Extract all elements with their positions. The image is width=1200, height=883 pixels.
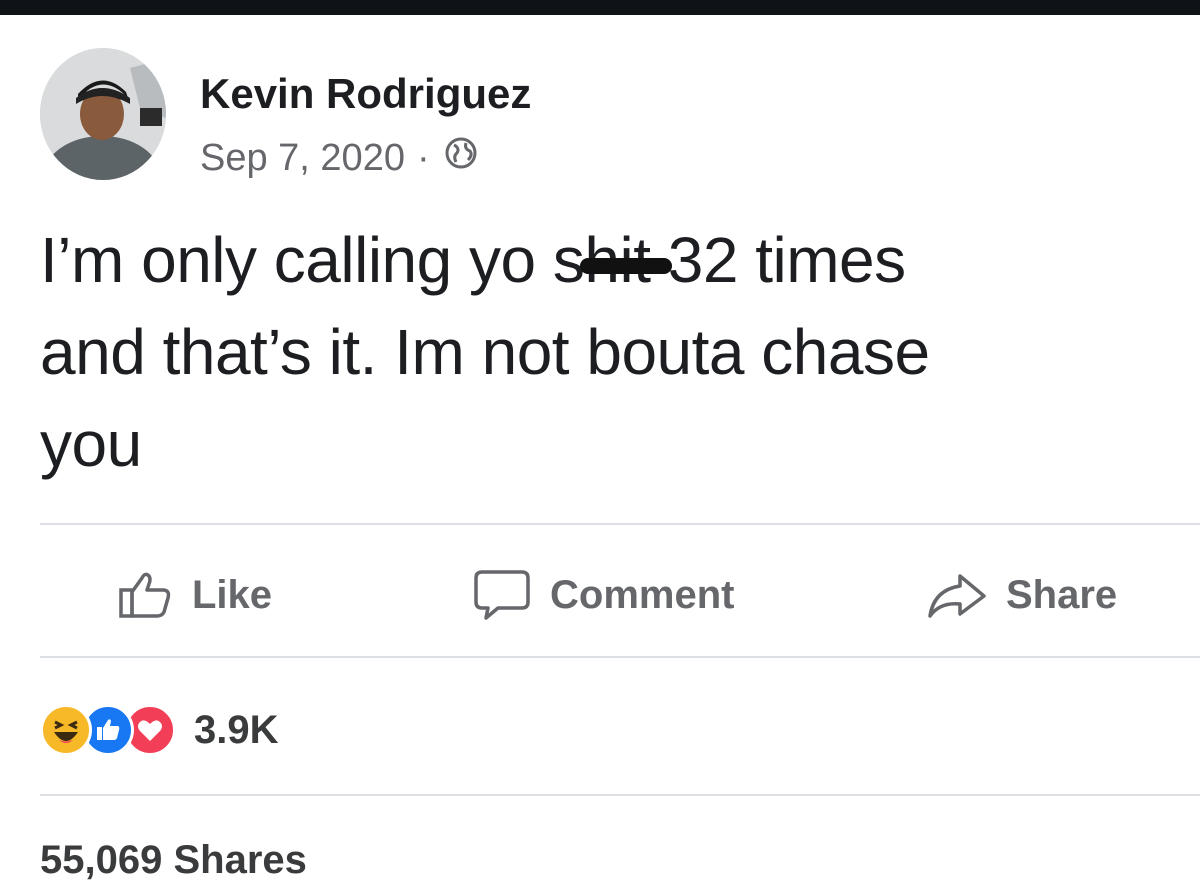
shares-count[interactable]: 55,069 Shares	[40, 838, 307, 883]
thumbs-up-icon	[119, 572, 171, 618]
comment-icon	[474, 570, 530, 620]
comment-button[interactable]: Comment	[472, 562, 734, 628]
post-text-line2: and that’s it. Im not bouta chase	[40, 316, 930, 388]
divider-top	[40, 523, 1200, 525]
reaction-count[interactable]: 3.9K	[194, 708, 279, 753]
post-date[interactable]: Sep 7, 2020	[200, 137, 405, 180]
share-button[interactable]: Share	[926, 562, 1117, 628]
reactions-summary[interactable]: 3.9K	[40, 700, 279, 760]
author-name[interactable]: Kevin Rodriguez	[200, 70, 531, 118]
share-arrow-icon	[928, 574, 986, 618]
haha-icon	[40, 704, 92, 756]
post-text-line1-start: I’m only calling yo s	[40, 224, 585, 296]
post-text-line3: you	[40, 408, 142, 480]
post-actions: Like Comment Share	[0, 562, 1200, 628]
divider-bottom	[40, 794, 1200, 796]
like-label: Like	[192, 572, 273, 617]
share-label: Share	[1006, 572, 1118, 617]
redaction-bar	[580, 258, 673, 275]
avatar[interactable]	[40, 48, 166, 180]
globe-icon[interactable]	[444, 136, 478, 180]
top-bar	[0, 0, 1200, 15]
avatar-photo	[40, 48, 166, 180]
divider-middle	[40, 656, 1200, 658]
post-text: I’m only calling yo shit 32 times and th…	[40, 214, 1160, 490]
comment-label: Comment	[550, 572, 735, 617]
redacted-word: hit	[580, 214, 673, 306]
post-text-line1-end: 32 times	[650, 224, 906, 296]
like-button[interactable]: Like	[118, 562, 272, 628]
meta-separator: ·	[416, 136, 430, 179]
post-meta: Sep 7, 2020 ·	[200, 136, 478, 180]
